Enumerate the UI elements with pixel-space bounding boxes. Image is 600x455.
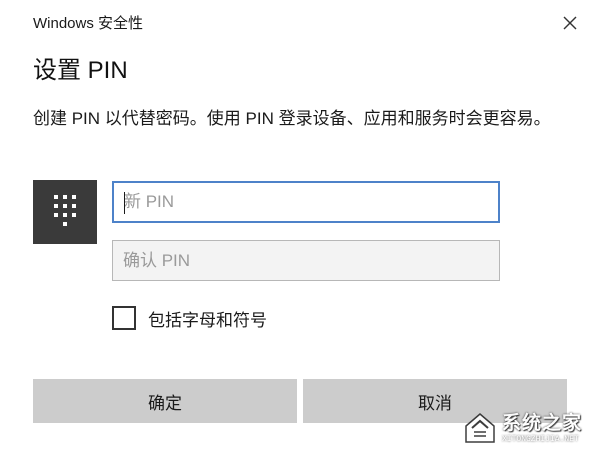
text-caret	[124, 192, 125, 214]
keypad-icon	[33, 180, 97, 244]
checkbox-box[interactable]	[112, 306, 136, 330]
include-letters-checkbox[interactable]: 包括字母和符号	[112, 305, 267, 331]
site-watermark: 系统之家 XITONGZHIJIA.NET	[462, 400, 596, 452]
app-title: Windows 安全性	[33, 15, 144, 32]
watermark-url: XITONGZHIJIA.NET	[502, 435, 579, 444]
windows-security-dialog: Windows 安全性 设置 PIN 创建 PIN 以代替密码。使用 PIN 登…	[0, 0, 600, 455]
new-pin-input[interactable]	[112, 181, 500, 223]
close-button[interactable]	[555, 8, 585, 38]
dialog-title: 设置 PIN	[33, 57, 128, 84]
watermark-title: 系统之家	[502, 413, 583, 434]
dialog-description: 创建 PIN 以代替密码。使用 PIN 登录设备、应用和服务时会更容易。	[33, 109, 551, 128]
confirm-pin-input[interactable]	[112, 240, 500, 281]
ok-button[interactable]: 确定	[33, 379, 297, 423]
close-icon	[563, 16, 577, 30]
house-logo-icon	[465, 413, 495, 443]
include-letters-label: 包括字母和符号	[148, 310, 267, 330]
title-bar: Windows 安全性	[0, 0, 600, 42]
